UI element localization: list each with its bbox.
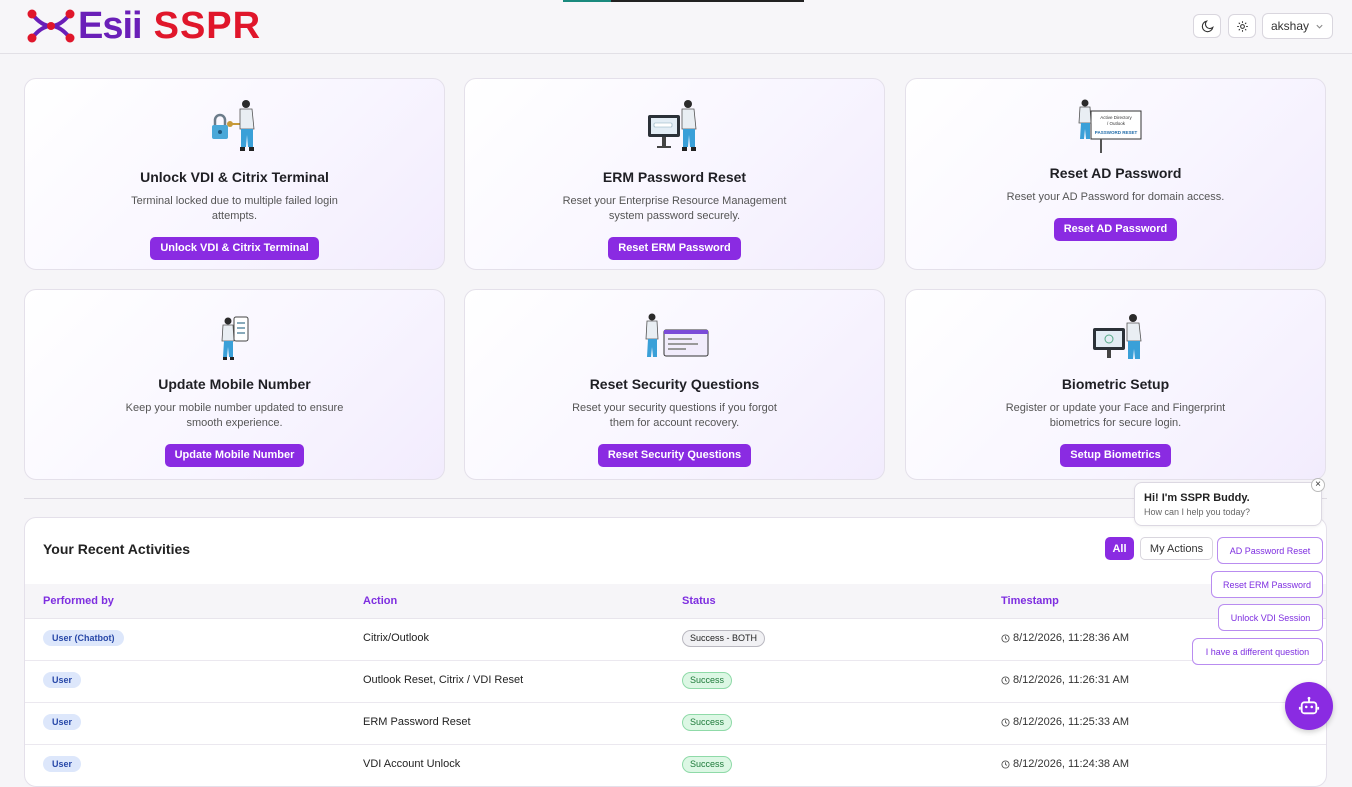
quick-reply-ad-password-reset[interactable]: AD Password Reset [1217,537,1323,564]
action-cell: VDI Account Unlock [363,758,461,770]
column-header-performed-by[interactable]: Performed by [43,595,114,607]
filter-all-button[interactable]: All [1105,537,1134,560]
user-name: akshay [1271,19,1310,33]
card-title: Reset AD Password [1049,165,1182,181]
performed-by-badge: User [43,714,82,730]
timestamp-cell: 8/12/2026, 11:28:36 AM [1001,632,1129,644]
table-row[interactable]: User Outlook Reset, Citrix / VDI Reset S… [25,660,1326,703]
settings-button[interactable] [1228,14,1256,38]
performed-by-badge: User [43,756,82,772]
monitor-illustration-icon [647,100,696,151]
billboard-line3: PASSWORD RESET [1094,130,1137,135]
card-title: Reset Security Questions [589,376,760,392]
card-description: Register or update your Face and Fingerp… [1005,402,1226,429]
timestamp-text: 8/12/2026, 11:26:31 AM [1013,674,1129,686]
chatbot-greeting-bubble: Hi! I'm SSPR Buddy. How can I help you t… [1134,482,1322,526]
action-cell: Outlook Reset, Citrix / VDI Reset [363,674,524,686]
card-mobile-number: Update Mobile Number Keep your mobile nu… [24,289,445,480]
card-title: Biometric Setup [1061,376,1170,392]
activities-title: Your Recent Activities [43,541,191,557]
unlock-vdi-button[interactable]: Unlock VDI & Citrix Terminal [150,237,319,260]
billboard-line1: Active Directory [1100,115,1132,120]
status-badge: Success [682,756,733,773]
column-header-status[interactable]: Status [682,595,716,607]
theme-toggle-button[interactable] [1193,14,1221,38]
card-description: Keep your mobile number updated to ensur… [125,402,344,429]
billboard-line2: / Outlook [1106,121,1125,126]
timestamp-cell: 8/12/2026, 11:25:33 AM [1001,716,1129,728]
card-title: Update Mobile Number [158,376,311,392]
logo-brand-text: Esii [78,5,143,47]
top-progress-strip [563,0,804,2]
moon-icon [1201,19,1214,32]
clock-icon [1001,759,1010,769]
card-unlock-vdi: Unlock VDI & Citrix Terminal Terminal lo… [24,78,445,270]
chatbot-close-button[interactable]: × [1311,478,1325,492]
clock-icon [1001,675,1010,685]
recent-activities-panel: Your Recent Activities All My Actions Pe… [24,517,1327,787]
reset-ad-button[interactable]: Reset AD Password [1053,218,1178,241]
card-title: Unlock VDI & Citrix Terminal [140,169,329,185]
card-title: ERM Password Reset [602,169,747,185]
robot-icon [1298,696,1320,715]
table-row[interactable]: User ERM Password Reset Success 8/12/202… [25,702,1326,745]
filter-my-actions-button[interactable]: My Actions [1140,537,1213,560]
table-row[interactable]: User VDI Account Unlock Success 8/12/202… [25,744,1326,786]
card-description: Reset your AD Password for domain access… [1006,191,1225,203]
quick-reply-different-question[interactable]: I have a different question [1192,638,1323,665]
billboard-illustration-icon: Active Directory / Outlook PASSWORD RESE… [1078,99,1141,153]
status-badge: Success [682,714,733,731]
chatbot-launcher-button[interactable] [1285,682,1333,730]
reset-security-questions-button[interactable]: Reset Security Questions [597,444,752,467]
clock-icon [1001,717,1010,727]
timestamp-text: 8/12/2026, 11:28:36 AM [1013,632,1129,644]
card-description: Reset your security questions if you for… [572,402,777,429]
performed-by-badge: User [43,672,82,688]
screen-illustration-icon [645,313,708,357]
timestamp-text: 8/12/2026, 11:24:38 AM [1013,758,1129,770]
update-mobile-button[interactable]: Update Mobile Number [164,444,305,467]
card-security-questions: Reset Security Questions Reset your secu… [464,289,885,480]
unlock-illustration-icon [211,100,254,151]
chatbot-prompt: How can I help you today? [1144,507,1251,517]
table-row[interactable]: User (Chatbot) Citrix/Outlook Success - … [25,618,1326,661]
timestamp-cell: 8/12/2026, 11:24:38 AM [1001,758,1129,770]
user-menu-button[interactable]: akshay [1262,13,1333,39]
timestamp-text: 8/12/2026, 11:25:33 AM [1013,716,1129,728]
chatbot-greeting: Hi! I'm SSPR Buddy. [1144,492,1250,504]
section-divider [24,498,1327,499]
action-cell: ERM Password Reset [363,716,471,728]
column-header-action[interactable]: Action [363,595,397,607]
reset-erm-button[interactable]: Reset ERM Password [608,237,741,260]
card-biometric: Biometric Setup Register or update your … [905,289,1326,480]
quick-reply-unlock-vdi-session[interactable]: Unlock VDI Session [1218,604,1323,631]
quick-reply-reset-erm-password[interactable]: Reset ERM Password [1211,571,1323,598]
table-header: Performed by Action Status Timestamp [25,584,1326,619]
card-description: Reset your Enterprise Resource Managemen… [562,195,787,222]
card-description: Terminal locked due to multiple failed l… [131,195,338,222]
column-header-timestamp[interactable]: Timestamp [1001,595,1059,607]
top-progress-fill [563,0,611,2]
app-logo[interactable]: Esii SSPR [26,5,262,47]
logo-product-text: SSPR [153,5,262,47]
clock-icon [1001,633,1010,643]
status-badge: Success [682,672,733,689]
status-badge: Success - BOTH [682,630,766,647]
chevron-down-icon [1316,24,1323,29]
timestamp-cell: 8/12/2026, 11:26:31 AM [1001,674,1129,686]
card-ad-password: Active Directory / Outlook PASSWORD RESE… [905,78,1326,270]
logo-mark-icon [27,9,75,43]
gear-icon [1236,20,1248,32]
biometric-illustration-icon [1092,314,1141,359]
action-cell: Citrix/Outlook [363,632,430,644]
setup-biometrics-button[interactable]: Setup Biometrics [1060,444,1171,467]
performed-by-badge: User (Chatbot) [43,630,124,646]
app-header: Esii SSPR akshay [0,0,1352,54]
card-erm-password: ERM Password Reset Reset your Enterprise… [464,78,885,270]
phone-illustration-icon [221,316,248,360]
